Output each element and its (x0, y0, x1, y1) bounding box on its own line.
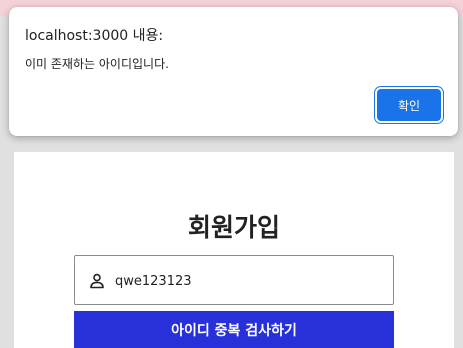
ok-button[interactable]: 확인 (377, 89, 441, 121)
page-title: 회원가입 (187, 213, 280, 242)
id-duplicate-check-button[interactable]: 아이디 중복 검사하기 (74, 311, 394, 348)
alert-dialog: localhost:3000 내용: 이미 존재하는 아이디입니다. 확인 (9, 7, 458, 136)
alert-origin-title: localhost:3000 내용: (25, 28, 164, 44)
id-field[interactable] (74, 255, 394, 305)
signup-card: 회원가입 아이디 중복 검사하기 (14, 152, 454, 348)
alert-message: 이미 존재하는 아이디입니다. (25, 57, 169, 71)
person-icon (90, 273, 104, 289)
id-input[interactable] (115, 268, 375, 294)
